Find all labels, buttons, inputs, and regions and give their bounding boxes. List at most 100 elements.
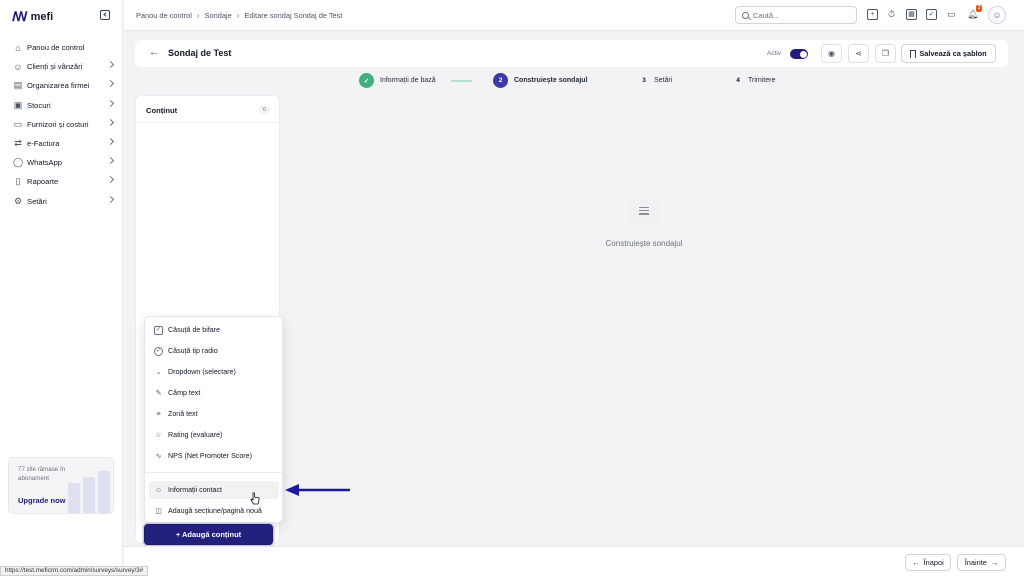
menu-item-label: Căsuță de bifare bbox=[168, 326, 221, 334]
chevron-right-icon bbox=[106, 80, 115, 88]
sidebar-item-label: Organizarea firmei bbox=[27, 81, 90, 91]
menu-item-dropdown[interactable]: ⌄ Dropdown (selectare) bbox=[149, 363, 279, 381]
add-square-icon[interactable]: + bbox=[867, 9, 878, 20]
collapse-sidebar-icon[interactable] bbox=[100, 10, 110, 20]
add-content-label: + Adaugă conținut bbox=[175, 530, 242, 539]
breadcrumb-dashboard[interactable]: Panou de control bbox=[136, 11, 192, 20]
search-box[interactable] bbox=[735, 6, 857, 24]
sidebar-item-stock[interactable]: ▣ Stocuri bbox=[8, 96, 116, 115]
sidebar-item-label: Clienți și vânzări bbox=[27, 62, 83, 72]
status-bar-url: https://test.meficrm.com/admin/surveys/s… bbox=[0, 566, 149, 576]
notification-badge: 3 bbox=[976, 5, 982, 12]
next-label: Înainte bbox=[964, 558, 987, 567]
menu-divider bbox=[145, 472, 282, 473]
check-square-icon[interactable]: ✓ bbox=[926, 9, 937, 20]
list-icon bbox=[627, 195, 661, 227]
toggle-knob bbox=[799, 50, 807, 58]
upgrade-card: 77 zile rămase în abonament Upgrade now … bbox=[8, 457, 114, 514]
search-icon bbox=[742, 11, 749, 19]
back-arrow-icon[interactable]: ← bbox=[149, 47, 159, 58]
step-send[interactable]: 4 Trimitere bbox=[734, 73, 775, 88]
topbar: Panou de control › Sondaje › Editare son… bbox=[124, 0, 1024, 31]
add-content-button[interactable]: + Adaugă conținut bbox=[144, 524, 273, 545]
upgrade-now-link[interactable]: Upgrade now → bbox=[18, 496, 75, 505]
sidebar-item-label: Setări bbox=[27, 196, 47, 206]
sidebar-item-label: Stocuri bbox=[27, 100, 51, 110]
chat-icon[interactable]: ▭ bbox=[946, 9, 957, 20]
menu-item-label: Dropdown (selectare) bbox=[168, 368, 236, 376]
menu-item-label: NPS (Net Promoter Score) bbox=[168, 452, 252, 460]
step-build-survey[interactable]: 2 Construiește sondajul bbox=[493, 73, 588, 88]
active-label: Activ bbox=[767, 50, 782, 57]
back-button[interactable]: ← Înapoi bbox=[905, 554, 951, 571]
folder-icon: ▭ bbox=[13, 118, 23, 129]
arrow-left-icon: ← bbox=[912, 558, 920, 567]
duplicate-button[interactable]: ❐ bbox=[875, 44, 896, 63]
avatar[interactable]: ☺ bbox=[988, 6, 1006, 24]
step-settings[interactable]: 3 Setări bbox=[640, 73, 672, 88]
menu-item-checkbox[interactable]: ✓ Căsuță de bifare bbox=[149, 321, 279, 339]
divider bbox=[136, 122, 279, 123]
preview-eye-button[interactable]: ◉ bbox=[821, 44, 842, 63]
step-number: 4 bbox=[736, 77, 740, 84]
chevron-right-icon bbox=[106, 195, 115, 203]
save-as-template-button[interactable]: Salvează ca șablon bbox=[901, 44, 996, 63]
sidebar-item-label: Panou de control bbox=[27, 43, 85, 53]
sidebar-item-reports[interactable]: ▯ Rapoarte bbox=[8, 172, 116, 191]
columns-icon: ◫ bbox=[155, 508, 162, 515]
menu-item-text-area[interactable]: ≡ Zonă text bbox=[149, 405, 279, 423]
content-count-badge: 0 bbox=[259, 105, 270, 115]
sidebar-item-settings[interactable]: ⚙ Setări bbox=[8, 192, 116, 211]
sidebar-item-organization[interactable]: ▤ Organizarea firmei bbox=[8, 76, 116, 95]
bookmark-icon bbox=[910, 49, 917, 58]
invoice-icon: ⇄ bbox=[14, 138, 22, 149]
chevron-right-icon: › bbox=[196, 11, 200, 20]
timer-icon[interactable]: ⏱ bbox=[886, 9, 897, 20]
sidebar-item-label: WhatsApp bbox=[27, 158, 63, 168]
menu-item-rating[interactable]: ☆ Rating (evaluare) bbox=[149, 426, 279, 444]
step-label: Trimitere bbox=[748, 77, 776, 84]
sidebar-item-efactura[interactable]: ⇄ e-Factura bbox=[8, 134, 116, 153]
chevron-right-icon: › bbox=[236, 11, 240, 20]
user-icon: ☺ bbox=[154, 486, 163, 494]
sidebar-item-clients[interactable]: ☺ Clienți și vânzări bbox=[8, 57, 116, 76]
breadcrumb-current: Editare sondaj Sondaj de Test bbox=[244, 11, 343, 20]
menu-item-label: Rating (evaluare) bbox=[168, 431, 223, 439]
step-basic-info[interactable]: ✓ Informații de bază bbox=[359, 73, 436, 88]
sidebar-item-dashboard[interactable]: ⌂ Panou de control bbox=[8, 38, 116, 57]
logo-text: mefi bbox=[30, 11, 54, 23]
share-button[interactable]: ⋖ bbox=[848, 44, 869, 63]
clipboard-icon: ▯ bbox=[15, 176, 21, 187]
sidebar-item-suppliers[interactable]: ▭ Furnizori și costuri bbox=[8, 115, 116, 134]
step-label: Construiește sondajul bbox=[514, 77, 588, 84]
logo[interactable]: ꟿ mefi bbox=[12, 9, 53, 25]
chevron-down-icon: ⌄ bbox=[155, 369, 162, 376]
active-toggle[interactable] bbox=[790, 49, 808, 59]
menu-item-text-field[interactable]: ✎ Câmp text bbox=[149, 384, 279, 402]
search-input[interactable] bbox=[753, 10, 848, 20]
menu-item-nps[interactable]: ∿ NPS (Net Promoter Score) bbox=[149, 447, 279, 465]
gear-icon: ⚙ bbox=[13, 195, 23, 206]
canvas-placeholder-text: Construiește sondajul bbox=[605, 239, 683, 248]
next-button[interactable]: Înainte → bbox=[957, 554, 1006, 571]
briefcase-icon: ▤ bbox=[13, 80, 23, 91]
content-title: Conținut bbox=[146, 106, 178, 115]
menu-item-radio[interactable]: ✓ Căsuță tip radio bbox=[149, 342, 279, 360]
menu-item-label: Adaugă secțiune/pagină nouă bbox=[168, 507, 262, 515]
step-label: Informații de bază bbox=[380, 77, 436, 84]
pulse-icon: ∿ bbox=[155, 453, 162, 460]
sidebar-item-whatsapp[interactable]: ◯ WhatsApp bbox=[8, 153, 116, 172]
sidebar-nav: ⌂ Panou de control ☺ Clienți și vânzări … bbox=[8, 38, 116, 211]
home-icon: ⌂ bbox=[15, 42, 21, 53]
radio-icon: ✓ bbox=[154, 346, 163, 356]
calendar-icon[interactable]: ▦ bbox=[906, 9, 917, 20]
sidebar-item-label: Furnizori și costuri bbox=[27, 119, 89, 129]
save-template-label: Salvează ca șablon bbox=[919, 49, 987, 58]
sidebar-item-label: e-Factura bbox=[27, 139, 60, 149]
breadcrumb-surveys[interactable]: Sondaje bbox=[205, 11, 232, 20]
menu-item-label: Informații contact bbox=[168, 486, 223, 494]
step-label: Setări bbox=[654, 77, 673, 84]
text-lines-icon: ≡ bbox=[156, 410, 161, 418]
page-title: Sondaj de Test bbox=[168, 48, 232, 58]
step-number: 2 bbox=[493, 73, 508, 88]
